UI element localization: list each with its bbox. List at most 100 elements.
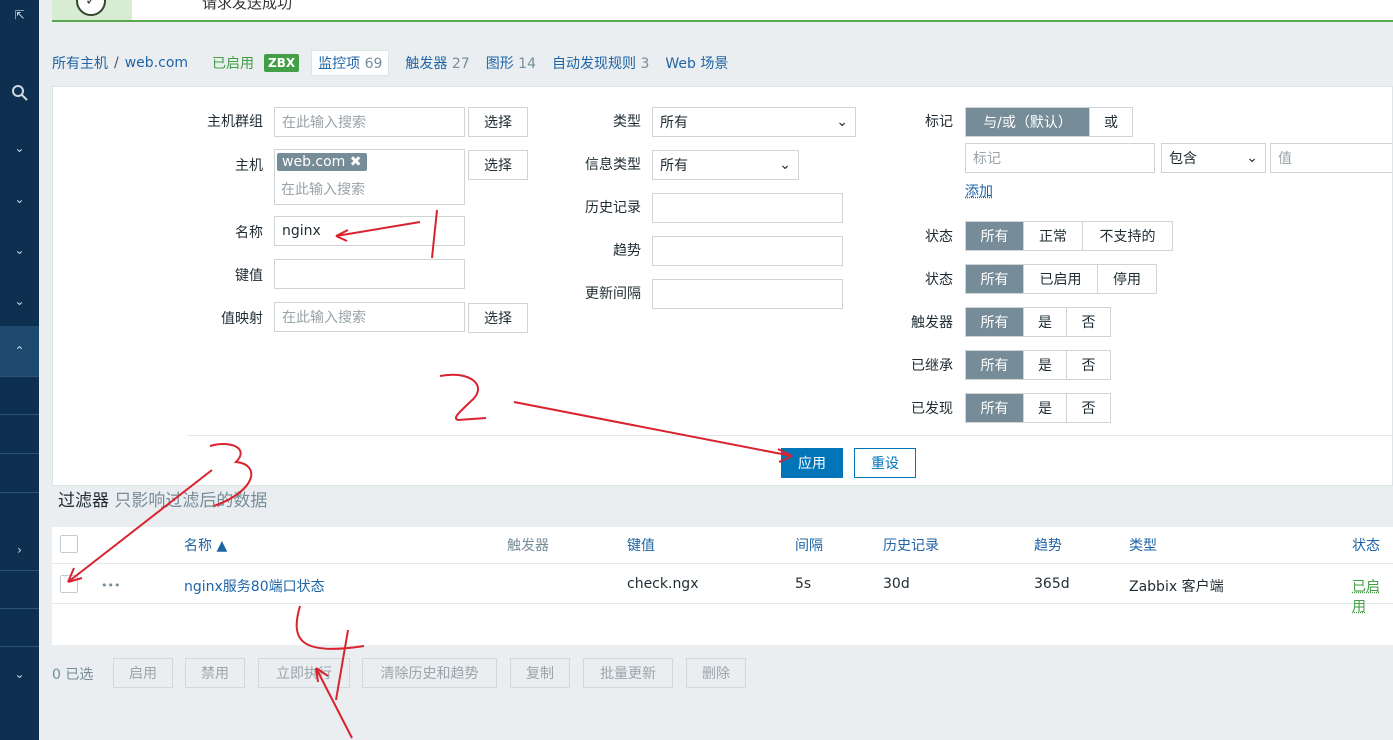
row-divider (52, 603, 1393, 604)
key-label: 键值 (235, 268, 263, 284)
select-all-checkbox[interactable] (60, 535, 78, 553)
triggers-all[interactable]: 所有 (966, 308, 1024, 336)
name-input[interactable]: nginx (274, 216, 465, 246)
discovered-toggle[interactable]: 所有 是 否 (965, 393, 1111, 423)
valuemap-input[interactable]: 在此输入搜索 (274, 302, 465, 332)
state-all[interactable]: 所有 (966, 222, 1024, 250)
column-status[interactable]: 状态 (1352, 535, 1380, 555)
tab-triggers[interactable]: 触发器 27 (405, 53, 469, 73)
delete-button[interactable]: 删除 (686, 658, 746, 688)
tab-label: Web 场景 (665, 56, 729, 72)
more-options-icon[interactable]: ••• (101, 579, 120, 592)
tags-mode-toggle[interactable]: 与/或（默认） 或 (965, 107, 1133, 137)
history-label: 历史记录 (585, 200, 641, 216)
chevron-down-icon: ⌄ (779, 157, 791, 173)
tag-name-input[interactable]: 标记 (965, 143, 1155, 173)
add-tag-link[interactable]: 添加 (965, 181, 993, 201)
tab-discovery-rules[interactable]: 自动发现规则 3 (552, 53, 649, 73)
chevron-down-icon[interactable]: ⌄ (0, 232, 39, 268)
status-toggle[interactable]: 所有 已启用 停用 (965, 264, 1157, 294)
mass-update-button[interactable]: 批量更新 (583, 658, 673, 688)
chevron-down-icon[interactable]: ⌄ (0, 656, 39, 692)
tags-mode-and-or[interactable]: 与/或（默认） (966, 108, 1090, 136)
inherited-yes[interactable]: 是 (1024, 351, 1067, 379)
triggers-no[interactable]: 否 (1067, 308, 1110, 336)
tags-mode-or[interactable]: 或 (1090, 108, 1132, 136)
chevron-down-icon[interactable]: ⌄ (0, 283, 39, 319)
inherited-label: 已继承 (911, 358, 953, 374)
state-toggle[interactable]: 所有 正常 不支持的 (965, 221, 1173, 251)
filter-tab-label: 过滤器 (58, 491, 109, 511)
valuemap-select-button[interactable]: 选择 (468, 303, 528, 333)
key-input[interactable] (274, 259, 465, 289)
sidebar-divider (0, 453, 39, 454)
check-icon: ✓ (76, 0, 106, 16)
tab-graphs[interactable]: 图形 14 (486, 53, 536, 73)
name-label: 名称 (235, 225, 263, 241)
triggers-toggle[interactable]: 所有 是 否 (965, 307, 1111, 337)
host-group-select-button[interactable]: 选择 (468, 107, 528, 137)
all-hosts-link[interactable]: 所有主机 (52, 53, 108, 73)
inherited-toggle[interactable]: 所有 是 否 (965, 350, 1111, 380)
tags-label: 标记 (925, 114, 953, 130)
enable-button[interactable]: 启用 (113, 658, 173, 688)
chevron-down-icon[interactable]: ⌄ (0, 181, 39, 217)
column-name[interactable]: 名称 ▲ (184, 535, 227, 555)
host-search-placeholder: 在此输入搜索 (281, 182, 365, 198)
column-type[interactable]: 类型 (1129, 535, 1157, 555)
item-status-link[interactable]: 已启用 (1352, 576, 1393, 616)
interval-input[interactable] (652, 279, 843, 309)
host-chip[interactable]: web.com ✖ (277, 153, 367, 171)
host-enabled-status[interactable]: 已启用 (212, 53, 254, 73)
tab-label: 触发器 (405, 56, 448, 72)
row-checkbox[interactable] (60, 575, 78, 593)
discovered-no[interactable]: 否 (1067, 394, 1110, 422)
tab-label: 自动发现规则 (551, 56, 636, 72)
host-link[interactable]: web.com (125, 55, 188, 71)
column-history[interactable]: 历史记录 (883, 535, 939, 555)
type-select[interactable]: 所有 ⌄ (652, 107, 856, 137)
status-disabled[interactable]: 停用 (1098, 265, 1156, 293)
clear-history-button[interactable]: 清除历史和趋势 (362, 658, 497, 688)
tag-value-input[interactable]: 值 (1270, 143, 1392, 173)
copy-button[interactable]: 复制 (510, 658, 570, 688)
column-key[interactable]: 键值 (627, 535, 655, 555)
info-type-select-value: 所有 (660, 158, 688, 174)
triggers-yes[interactable]: 是 (1024, 308, 1067, 336)
filter-tab-title[interactable]: 过滤器 只影响过滤后的数据 (58, 486, 267, 511)
state-unsupported[interactable]: 不支持的 (1083, 222, 1172, 250)
chevron-down-icon[interactable]: ⌄ (0, 130, 39, 166)
host-select-button[interactable]: 选择 (468, 150, 528, 180)
tab-items[interactable]: 监控项 69 (311, 50, 390, 76)
close-icon[interactable]: ✖ (350, 154, 362, 170)
info-type-select[interactable]: 所有 ⌄ (652, 150, 799, 180)
reset-button[interactable]: 重设 (854, 448, 916, 478)
discovered-yes[interactable]: 是 (1024, 394, 1067, 422)
success-message: ✓ 请求发送成功 (52, 0, 1393, 22)
history-input[interactable] (652, 193, 843, 223)
tab-count: 27 (451, 56, 470, 72)
disable-button[interactable]: 禁用 (185, 658, 245, 688)
apply-button[interactable]: 应用 (781, 448, 843, 478)
inherited-no[interactable]: 否 (1067, 351, 1110, 379)
item-name-link[interactable]: nginx服务80端口状态 (184, 576, 325, 596)
collapse-icon[interactable]: ⇱ (0, 2, 39, 28)
host-group-input[interactable]: 在此输入搜索 (274, 107, 465, 137)
column-trends[interactable]: 趋势 (1034, 535, 1062, 555)
trends-input[interactable] (652, 236, 843, 266)
tab-web-scenarios[interactable]: Web 场景 (665, 53, 728, 73)
state-normal[interactable]: 正常 (1024, 222, 1083, 250)
execute-now-button[interactable]: 立即执行 (258, 658, 350, 688)
chevron-up-icon[interactable]: ⌃ (0, 326, 39, 376)
tag-operator-select[interactable]: 包含 ⌄ (1161, 143, 1266, 173)
discovered-all[interactable]: 所有 (966, 394, 1024, 422)
discovered-label: 已发现 (911, 401, 953, 417)
search-icon[interactable] (0, 78, 39, 108)
column-interval[interactable]: 间隔 (795, 535, 823, 555)
chevron-down-icon: ⌄ (1246, 150, 1258, 166)
status-all[interactable]: 所有 (966, 265, 1024, 293)
chevron-right-icon[interactable]: › (0, 532, 39, 568)
inherited-all[interactable]: 所有 (966, 351, 1024, 379)
status-enabled[interactable]: 已启用 (1024, 265, 1098, 293)
trends-label: 趋势 (613, 243, 641, 259)
